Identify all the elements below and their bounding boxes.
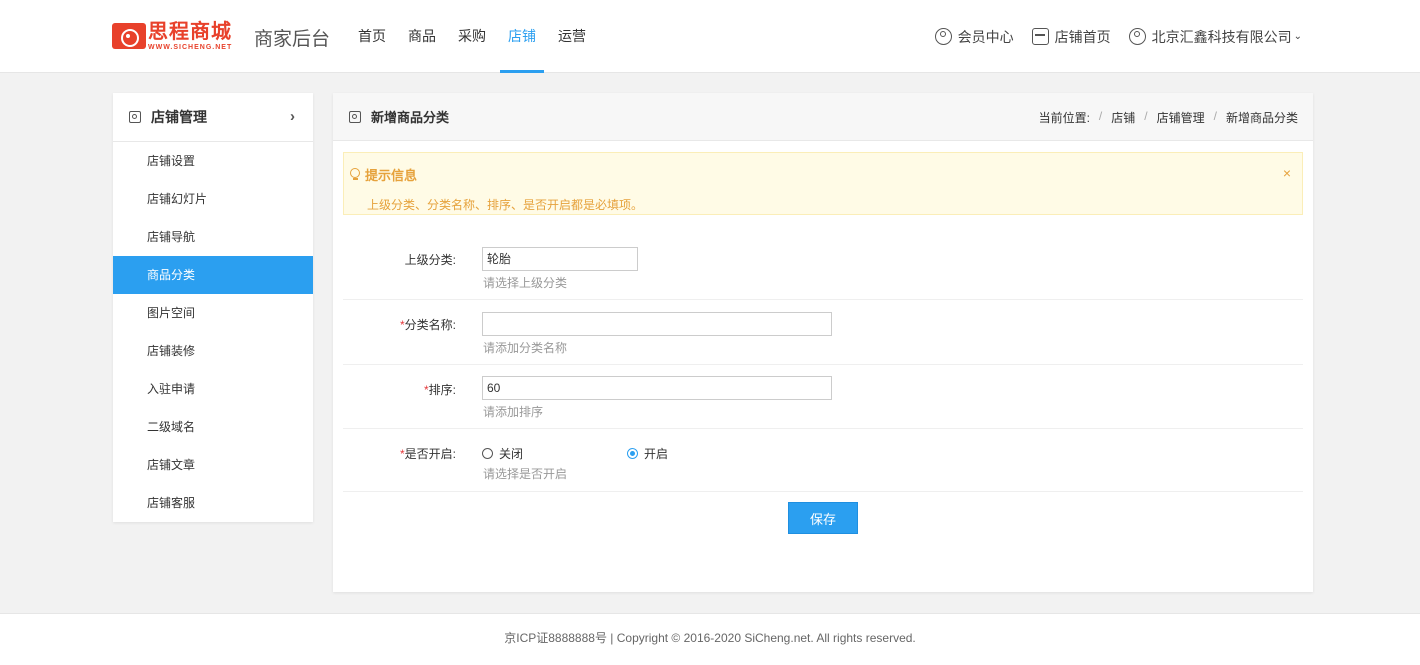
nav-goods[interactable]: 商品 xyxy=(400,0,444,73)
nav-home[interactable]: 首页 xyxy=(350,0,394,73)
panel-title-icon xyxy=(349,110,361,123)
radio-on[interactable]: 开启 xyxy=(627,445,668,462)
lightbulb-icon xyxy=(350,168,360,181)
page-title: 新增商品分类 xyxy=(371,110,450,125)
tip-text: 上级分类、分类名称、排序、是否开启都是必填项。 xyxy=(367,198,644,212)
parent-category-label: 上级分类: xyxy=(404,253,456,267)
parent-category-hint: 请选择上级分类 xyxy=(483,276,568,290)
store-manage-icon xyxy=(129,111,141,123)
tip-title: 提示信息 xyxy=(365,168,418,183)
save-button[interactable]: 保存 xyxy=(788,502,858,534)
panel-header: 新增商品分类 当前位置: / 店铺 / 店铺管理 / 新增商品分类 xyxy=(333,93,1313,141)
main-panel: 新增商品分类 当前位置: / 店铺 / 店铺管理 / 新增商品分类 提示信息 上… xyxy=(333,93,1313,592)
store-home-label: 店铺首页 xyxy=(1054,28,1111,45)
nav-store[interactable]: 店铺 xyxy=(500,0,544,73)
form-row-sort: *排序: 请添加排序 xyxy=(343,365,1303,429)
nav-purchase[interactable]: 采购 xyxy=(450,0,494,73)
logo-text-cn: 思程商城 xyxy=(148,20,232,43)
radio-off[interactable]: 关闭 xyxy=(482,445,523,462)
sidebar-item-customer-service[interactable]: 店铺客服 xyxy=(113,484,313,522)
category-name-input[interactable] xyxy=(482,312,832,336)
sidebar-item-store-nav[interactable]: 店铺导航 xyxy=(113,218,313,256)
breadcrumb-separator: / xyxy=(1213,109,1217,123)
breadcrumb-store[interactable]: 店铺 xyxy=(1111,109,1135,126)
user-circle-icon xyxy=(934,28,952,45)
radio-on-label: 开启 xyxy=(644,447,669,461)
store-home-link[interactable]: 店铺首页 xyxy=(1031,27,1111,47)
sidebar-item-goods-category[interactable]: 商品分类 xyxy=(113,256,313,294)
logo-sun-icon xyxy=(112,23,146,49)
site-logo[interactable]: 思程商城 WWW.SICHENG.NET xyxy=(112,20,233,51)
header-user-links: 会员中心 店铺首页 北京汇鑫科技有限公司 ⌄ xyxy=(917,0,1302,73)
radio-off-label: 关闭 xyxy=(499,447,524,461)
store-icon xyxy=(1031,28,1049,45)
sidebar-item-store-articles[interactable]: 店铺文章 xyxy=(113,446,313,484)
chevron-down-icon: ⌄ xyxy=(1293,31,1302,42)
chevron-right-icon: › xyxy=(290,108,295,125)
sidebar-title: 店铺管理 xyxy=(151,109,207,125)
company-name: 北京汇鑫科技有限公司 xyxy=(1151,28,1292,45)
sort-input[interactable] xyxy=(482,376,832,400)
breadcrumb-separator: / xyxy=(1144,109,1148,123)
breadcrumb-prefix: 当前位置: xyxy=(1038,111,1090,125)
category-name-hint: 请添加分类名称 xyxy=(483,341,568,355)
enabled-label: 是否开启: xyxy=(404,447,456,461)
footer: 京ICP证8888888号 | Copyright © 2016-2020 Si… xyxy=(0,613,1420,665)
tip-box: 提示信息 上级分类、分类名称、排序、是否开启都是必填项。 × xyxy=(343,152,1303,215)
radio-checked-icon xyxy=(627,448,638,459)
breadcrumb-separator: / xyxy=(1098,109,1103,123)
sidebar-item-store-decoration[interactable]: 店铺装修 xyxy=(113,332,313,370)
category-name-label: 分类名称: xyxy=(404,318,456,332)
enabled-hint: 请选择是否开启 xyxy=(483,467,568,481)
breadcrumb-store-manage[interactable]: 店铺管理 xyxy=(1157,109,1205,126)
account-icon xyxy=(1128,28,1146,45)
sidebar-header[interactable]: 店铺管理 › xyxy=(113,93,313,142)
radio-unchecked-icon xyxy=(482,448,493,459)
sidebar-item-store-slides[interactable]: 店铺幻灯片 xyxy=(113,180,313,218)
form-row-parent: 上级分类: 轮胎 请选择上级分类 xyxy=(343,236,1303,300)
company-dropdown[interactable]: 北京汇鑫科技有限公司 ⌄ xyxy=(1128,27,1302,47)
footer-copyright: 京ICP证8888888号 | Copyright © 2016-2020 Si… xyxy=(504,631,916,645)
sidebar-item-subdomain[interactable]: 二级域名 xyxy=(113,408,313,446)
sidebar-item-image-space[interactable]: 图片空间 xyxy=(113,294,313,332)
top-header: 思程商城 WWW.SICHENG.NET 商家后台 首页 商品 采购 店铺 运营… xyxy=(0,0,1420,73)
breadcrumb-current: 新增商品分类 xyxy=(1225,111,1298,125)
nav-operation[interactable]: 运营 xyxy=(550,0,594,73)
sidebar: 店铺管理 › 店铺设置 店铺幻灯片 店铺导航 商品分类 图片空间 店铺装修 入驻… xyxy=(113,93,313,522)
sort-hint: 请添加排序 xyxy=(483,405,544,419)
sort-label: 排序: xyxy=(428,383,456,397)
parent-category-select[interactable]: 轮胎 xyxy=(482,247,638,271)
breadcrumb: 当前位置: / 店铺 / 店铺管理 / 新增商品分类 xyxy=(1039,109,1298,126)
form-row-name: *分类名称: 请添加分类名称 xyxy=(343,300,1303,365)
member-center-link[interactable]: 会员中心 xyxy=(934,27,1014,47)
form-row-enabled: *是否开启: 关闭 开启 请选择是否开启 xyxy=(343,429,1303,492)
sidebar-item-settle-apply[interactable]: 入驻申请 xyxy=(113,370,313,408)
sidebar-item-store-settings[interactable]: 店铺设置 xyxy=(113,142,313,180)
main-nav: 首页 商品 采购 店铺 运营 xyxy=(350,0,600,73)
close-icon[interactable]: × xyxy=(1283,165,1291,181)
sidebar-menu: 店铺设置 店铺幻灯片 店铺导航 商品分类 图片空间 店铺装修 入驻申请 二级域名… xyxy=(113,142,313,522)
member-center-label: 会员中心 xyxy=(957,28,1014,45)
logo-text-en: WWW.SICHENG.NET xyxy=(148,43,233,51)
backend-title: 商家后台 xyxy=(254,29,331,50)
